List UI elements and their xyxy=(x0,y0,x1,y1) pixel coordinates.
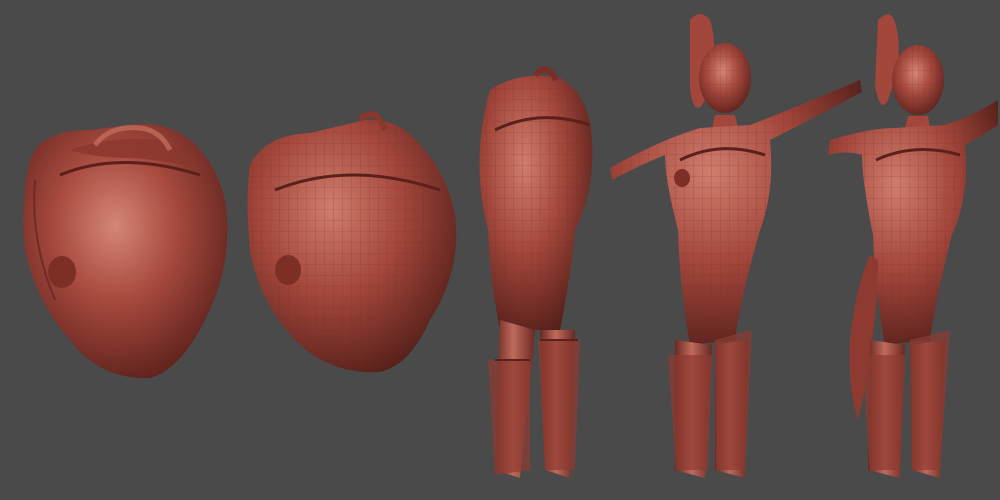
model-render-canvas xyxy=(23,14,998,478)
3d-viewport xyxy=(0,0,1000,500)
retopo-vest-lowpoly xyxy=(247,111,457,373)
retopo-torso-suit xyxy=(479,66,593,478)
sculpted-vest-highpoly xyxy=(23,124,228,379)
retopo-full-figure-tpose xyxy=(610,14,862,478)
